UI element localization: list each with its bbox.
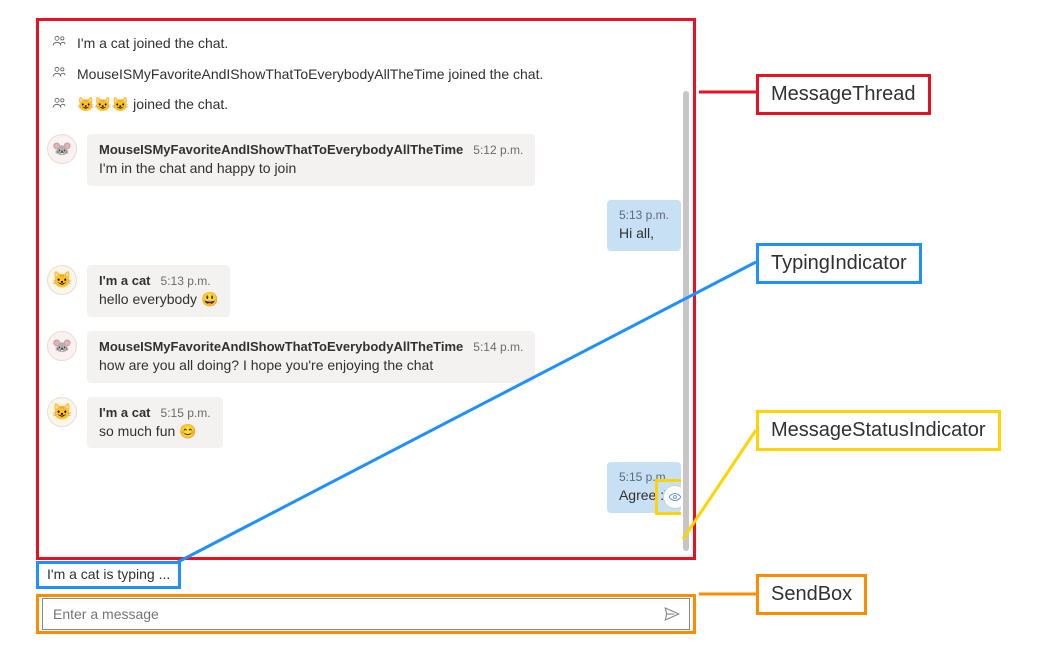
avatar: 🐭 — [47, 331, 77, 361]
people-icon — [51, 33, 67, 52]
message-incoming: 🐭 MouseISMyFavoriteAndIShowThatToEverybod… — [47, 134, 681, 186]
message-thread: I'm a cat joined the chat. MouseISMyFavor… — [36, 18, 696, 560]
system-message: 😺😺😺 joined the chat. — [47, 89, 681, 120]
message-bubble: I'm a cat 5:15 p.m. so much fun 😊 — [87, 397, 223, 449]
message-outgoing: 5:13 p.m. Hi all, — [47, 200, 681, 251]
message-author: MouseISMyFavoriteAndIShowThatToEverybody… — [99, 339, 463, 354]
message-body: so much fun 😊 — [99, 422, 211, 441]
callout-message-thread: MessageThread — [756, 74, 931, 115]
message-body: how are you all doing? I hope you're enj… — [99, 356, 523, 375]
people-icon — [51, 95, 67, 114]
message-outgoing: 5:15 p.m. Agree :) — [47, 462, 681, 513]
system-message: I'm a cat joined the chat. — [47, 27, 681, 58]
callout-typing-indicator: TypingIndicator — [756, 243, 922, 284]
message-bubble: MouseISMyFavoriteAndIShowThatToEverybody… — [87, 331, 535, 383]
people-icon — [51, 64, 67, 83]
message-incoming: 😺 I'm a cat 5:15 p.m. so much fun 😊 — [47, 397, 681, 449]
message-incoming: 🐭 MouseISMyFavoriteAndIShowThatToEverybod… — [47, 331, 681, 383]
system-message-text: MouseISMyFavoriteAndIShowThatToEverybody… — [77, 66, 543, 82]
send-icon — [663, 605, 681, 623]
message-body: I'm in the chat and happy to join — [99, 159, 523, 178]
message-body: hello everybody 😃 — [99, 290, 218, 309]
callout-send-box: SendBox — [756, 574, 867, 615]
avatar: 😺 — [47, 397, 77, 427]
avatar: 🐭 — [47, 134, 77, 164]
message-body: Hi all, — [619, 224, 669, 243]
message-body: Agree :) — [619, 486, 669, 505]
message-time: 5:14 p.m. — [473, 340, 523, 354]
typing-indicator-text: I'm a cat is typing ... — [47, 566, 170, 582]
message-time: 5:15 p.m. — [161, 406, 211, 420]
message-input[interactable] — [43, 606, 655, 622]
typing-indicator: I'm a cat is typing ... — [36, 561, 181, 589]
eye-icon — [668, 490, 681, 504]
avatar: 😺 — [47, 265, 77, 295]
callout-message-status: MessageStatusIndicator — [756, 410, 1001, 451]
message-author: I'm a cat — [99, 273, 151, 288]
send-button[interactable] — [655, 600, 689, 628]
message-incoming: 😺 I'm a cat 5:13 p.m. hello everybody 😃 — [47, 265, 681, 317]
system-message-text: I'm a cat joined the chat. — [77, 35, 228, 51]
system-message-text: 😺😺😺 joined the chat. — [77, 96, 228, 113]
message-bubble: 5:13 p.m. Hi all, — [607, 200, 681, 251]
message-bubble: I'm a cat 5:13 p.m. hello everybody 😃 — [87, 265, 230, 317]
message-time: 5:15 p.m. — [619, 470, 669, 484]
send-box — [36, 594, 696, 634]
message-bubble: MouseISMyFavoriteAndIShowThatToEverybody… — [87, 134, 535, 186]
message-time: 5:13 p.m. — [619, 208, 669, 222]
message-author: I'm a cat — [99, 405, 151, 420]
system-message: MouseISMyFavoriteAndIShowThatToEverybody… — [47, 58, 681, 89]
message-author: MouseISMyFavoriteAndIShowThatToEverybody… — [99, 142, 463, 157]
scrollbar[interactable] — [683, 91, 689, 551]
message-time: 5:13 p.m. — [161, 274, 211, 288]
message-time: 5:12 p.m. — [473, 143, 523, 157]
